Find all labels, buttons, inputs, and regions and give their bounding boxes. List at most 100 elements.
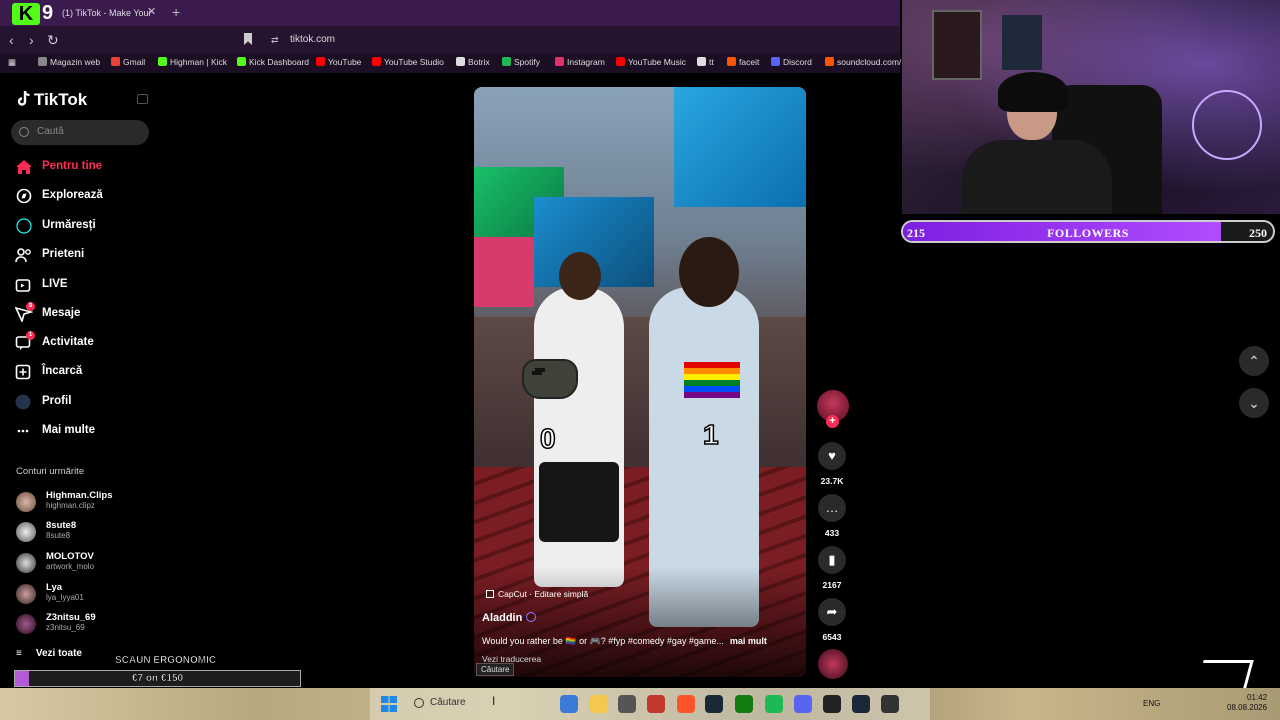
- bookmark-label: Spotify: [514, 57, 540, 67]
- account-name: Highman.Clips: [46, 490, 113, 501]
- more-link[interactable]: mai mult: [730, 636, 767, 646]
- capcut-tag[interactable]: CapCut · Editare simplă: [486, 589, 588, 599]
- see-all-button[interactable]: ≡ Vezi toate: [16, 648, 82, 659]
- brave-icon[interactable]: [677, 695, 695, 713]
- url-field[interactable]: tiktok.com: [290, 34, 335, 45]
- steam-icon[interactable]: [852, 695, 870, 713]
- sidebar-item-label: Profil: [42, 395, 72, 407]
- bookmark-13[interactable]: soundcloud.com/: [825, 57, 901, 67]
- author-name: Aladdin: [482, 612, 523, 624]
- bookmark-11[interactable]: faceit: [727, 57, 759, 67]
- chrome-app-icon[interactable]: [560, 695, 578, 713]
- previous-video-chevron-up-icon[interactable]: ⌃: [1239, 346, 1269, 376]
- new-tab-icon[interactable]: +: [172, 4, 180, 20]
- follower-goal-bar: FOLLOWERS 215 250: [901, 220, 1275, 243]
- caption-text: Would you rather be 🏳️‍🌈 or 🎮? #fyp #com…: [482, 636, 724, 646]
- capcut-icon: [486, 590, 494, 598]
- video-person-left-head: [559, 252, 601, 300]
- next-video-chevron-down-icon[interactable]: ⌄: [1239, 388, 1269, 418]
- file-explorer-icon[interactable]: [590, 695, 608, 713]
- collapse-sidebar-icon[interactable]: [137, 94, 148, 104]
- search-icon: [19, 127, 29, 137]
- bookmark-favicon-icon: [372, 57, 381, 66]
- logo-text: TikTok: [34, 90, 88, 109]
- steam-icon[interactable]: [705, 695, 723, 713]
- bookmark-label: YouTube Music: [628, 57, 686, 67]
- account-handle: lya_lyya01: [46, 593, 84, 602]
- tiktok-note-icon: [16, 90, 32, 108]
- search-input[interactable]: [11, 120, 149, 145]
- avatar: [16, 522, 36, 542]
- bookmark-8[interactable]: Instagram: [555, 57, 605, 67]
- webcam-feed: [902, 0, 1280, 214]
- bookmark-4[interactable]: YouTube: [316, 57, 361, 67]
- bookmark-label: soundcloud.com/: [837, 57, 902, 67]
- tiktok-logo[interactable]: TikTok: [16, 90, 87, 110]
- forward-icon[interactable]: ›: [29, 32, 34, 48]
- spotify-icon[interactable]: [765, 695, 783, 713]
- donation-goal-bar: €7 on €150: [14, 670, 301, 687]
- discord-icon[interactable]: [794, 695, 812, 713]
- bookmark-2[interactable]: Highman | Kick: [158, 57, 227, 67]
- bookmark-label: Instagram: [567, 57, 605, 67]
- follower-current: 215: [907, 226, 925, 240]
- bookmark-10[interactable]: tt: [697, 57, 714, 67]
- bookmark-12[interactable]: Discord: [771, 57, 812, 67]
- music-disc-icon[interactable]: [818, 649, 848, 679]
- capcut-label: CapCut · Editare simplă: [498, 589, 589, 599]
- reload-icon[interactable]: ↻: [47, 32, 59, 49]
- bookmark-label: Discord: [783, 57, 812, 67]
- bookmark-save-icon[interactable]: ▮: [818, 546, 846, 574]
- bookmark-1[interactable]: Gmail: [111, 57, 145, 67]
- share-count: 6543: [822, 632, 842, 642]
- follow-plus-icon[interactable]: +: [826, 415, 839, 428]
- video-author[interactable]: Aladdin: [482, 612, 537, 624]
- avatar: [16, 492, 36, 512]
- donation-goal-title: SCAUN ERGONOMIC: [115, 655, 217, 667]
- obs-icon[interactable]: [618, 695, 636, 713]
- verified-icon: [526, 612, 537, 622]
- comment-icon[interactable]: …: [818, 494, 846, 522]
- account-handle: highman.clipz: [46, 501, 95, 510]
- app-icon[interactable]: [881, 695, 899, 713]
- bookmark-favicon-icon: [555, 57, 564, 66]
- app-icon[interactable]: [823, 695, 841, 713]
- avatar: [16, 584, 36, 604]
- bookmark-0[interactable]: Magazin web: [38, 57, 100, 67]
- video-person-left-shorts: [539, 462, 619, 542]
- xbox-icon[interactable]: [735, 695, 753, 713]
- video-billboard: [674, 87, 806, 207]
- bookmark-favicon-icon: [616, 57, 625, 66]
- close-icon[interactable]: ✕: [147, 5, 156, 18]
- avatar: [16, 553, 36, 573]
- bookmark-9[interactable]: YouTube Music: [616, 57, 686, 67]
- app-icon[interactable]: [647, 695, 665, 713]
- sidebar-item-label: Mesaje: [42, 307, 81, 319]
- heart-icon[interactable]: ♥: [818, 442, 846, 470]
- clock-date: 08.08.2026: [1227, 703, 1268, 712]
- video-caption: Would you rather be 🏳️‍🌈 or 🎮? #fyp #com…: [482, 636, 767, 647]
- rainbow-flag-emoji: [684, 362, 740, 398]
- bookmark-5[interactable]: YouTube Studio: [372, 57, 444, 67]
- taskbar-search[interactable]: Căutare: [430, 697, 466, 708]
- bookmark-label: YouTube: [328, 57, 362, 67]
- site-info-icon[interactable]: ⇄: [271, 35, 279, 46]
- webcam-pentagram-decor: [1192, 90, 1262, 160]
- sidebar-item-label: Explorează: [42, 189, 103, 201]
- bookmark-favicon-icon: [697, 57, 706, 66]
- apps-icon[interactable]: ▦: [8, 57, 16, 68]
- browser-tab[interactable]: (1) TikTok - Make Your Day: [30, 3, 165, 38]
- compass-icon: [15, 188, 33, 204]
- share-icon[interactable]: ➦: [818, 598, 846, 626]
- bookmark-7[interactable]: Spotify: [502, 57, 540, 67]
- taskbar-clock[interactable]: 01:42 08.08.2026: [1227, 693, 1267, 713]
- bookmark-label: tt: [709, 57, 714, 67]
- video-player[interactable]: 0 1 CapCut · Editare simplă Aladdin Woul…: [474, 87, 806, 677]
- windows-start-icon[interactable]: [381, 696, 397, 712]
- bookmark-6[interactable]: Botrix: [456, 57, 490, 67]
- bookmark-3[interactable]: Kick Dashboard: [237, 57, 309, 67]
- profile-icon: [15, 394, 33, 410]
- tray-lang[interactable]: ENG: [1143, 699, 1160, 708]
- webcam-streamer-body: [962, 140, 1112, 214]
- back-icon[interactable]: ‹: [9, 32, 14, 48]
